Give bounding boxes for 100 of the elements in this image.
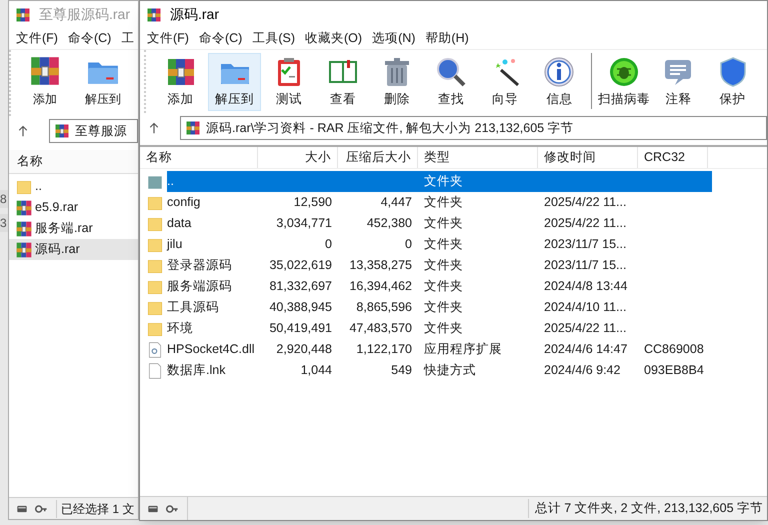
books-icon xyxy=(15,240,33,258)
text-fragment: 8 xyxy=(0,190,8,208)
window-title: 源码.rar xyxy=(170,5,219,24)
table-cell-text: 2024/4/8 13:44 xyxy=(543,278,628,296)
column-header[interactable]: CRC32 xyxy=(638,147,708,168)
file-row[interactable]: 数据库.lnk 1,044 549 快捷方式 2024/4/6 9:42 093EB8B4 xyxy=(167,360,712,381)
toolbar-button[interactable]: 删除 xyxy=(370,53,424,111)
toolbar-button[interactable]: 信息 xyxy=(532,53,586,111)
table-cell-text: 服务端源码 xyxy=(167,278,233,296)
file-row[interactable]: .. 文件夹 xyxy=(167,171,712,192)
status-text: 已经选择 1 文 xyxy=(56,500,134,518)
table-cell-text: 2025/4/22 11... xyxy=(543,215,628,232)
toolbar-button[interactable]: 解压到 xyxy=(77,54,129,116)
file-row[interactable]: 源码.rar xyxy=(9,239,138,260)
menu-item[interactable]: 收藏夹(O) xyxy=(301,29,366,48)
column-header[interactable]: 类型 xyxy=(418,147,538,168)
table-cell-text: 16,394,462 xyxy=(348,278,413,296)
toolbar-button[interactable]: 查看 xyxy=(316,53,370,111)
table-cell-text: config xyxy=(167,194,202,212)
table-cell-text: 47,483,570 xyxy=(348,320,413,338)
menu-item[interactable]: 文件(F) xyxy=(12,29,62,48)
table-cell-text: 81,332,697 xyxy=(268,278,333,296)
table-cell-text: 快捷方式 xyxy=(422,362,477,380)
menu-item[interactable]: 命令(C) xyxy=(64,29,116,48)
table-cell-text: 50,419,491 xyxy=(268,320,333,338)
status-text: 总计 7 文件夹, 2 文件, 213,132,605 字节 xyxy=(528,499,767,518)
table-cell-text: 文件夹 xyxy=(423,215,464,232)
file-row[interactable]: 工具源码 40,388,945 8,865,596 文件夹 2024/4/10 11... xyxy=(167,297,712,318)
column-header[interactable]: 大小 xyxy=(258,147,338,168)
toolbar-button[interactable]: 保护 xyxy=(706,53,760,111)
toolbar-button[interactable]: 添加 xyxy=(19,54,71,116)
table-cell-text: 0 xyxy=(324,236,333,254)
table-cell-text: 文件夹 xyxy=(423,194,464,212)
table-cell-text: 环境 xyxy=(167,320,194,338)
table-cell-text: 文件夹 xyxy=(423,278,464,296)
column-header[interactable]: 名称 xyxy=(140,147,258,168)
up-arrow-icon[interactable] xyxy=(148,121,160,135)
file-row[interactable]: 环境 50,419,491 47,483,570 文件夹 2025/4/22 11... xyxy=(167,318,712,339)
table-cell-text: 2024/4/6 14:47 xyxy=(543,341,628,358)
table-cell-text: 工具源码 xyxy=(167,299,220,316)
file-icon xyxy=(146,362,164,380)
file-row[interactable]: 服务端源码 81,332,697 16,394,462 文件夹 2024/4/8 13:44 xyxy=(167,276,712,297)
address-field[interactable]: 源码.rar\学习资料 - RAR 压缩文件, 解包大小为 213,132,605 字节 xyxy=(180,116,767,140)
books-icon xyxy=(185,120,201,136)
file-row[interactable]: e5.9.rar xyxy=(9,197,138,218)
toolbar-button[interactable]: 扫描病毒 xyxy=(596,53,651,111)
toolbar-button[interactable]: 添加 xyxy=(154,53,208,111)
table-cell-text: 2024/4/10 11... xyxy=(543,299,628,316)
table-cell-text: 4,447 xyxy=(380,194,413,212)
column-header[interactable]: 压缩后大小 xyxy=(338,147,418,168)
address-field[interactable]: 至尊服源 xyxy=(49,119,138,143)
address-text: 源码.rar\学习资料 - RAR 压缩文件, 解包大小为 213,132,605 字节 xyxy=(206,120,574,137)
table-cell-text: 12,590 xyxy=(292,194,333,212)
table-cell-text: 文件夹 xyxy=(423,236,464,254)
menu-item[interactable]: 文件(F) xyxy=(143,29,193,48)
bug-icon xyxy=(608,56,640,88)
menu-item[interactable]: 工 xyxy=(117,29,138,48)
toolbar-button[interactable]: 测试 xyxy=(262,53,316,111)
file-row[interactable]: 服务端.rar xyxy=(9,218,138,239)
table-cell-text: 2023/11/7 15... xyxy=(543,257,628,274)
column-header[interactable]: 名称 xyxy=(17,152,43,171)
table-cell-text: 093EB8B4 xyxy=(643,362,705,380)
info-icon xyxy=(543,56,576,88)
table-cell-text: 应用程序扩展 xyxy=(423,341,503,358)
menu-item[interactable]: 工具(S) xyxy=(248,29,299,48)
table-cell-text: 0 xyxy=(404,236,413,254)
menu-item[interactable]: 选项(N) xyxy=(368,29,420,48)
file-gear-icon xyxy=(146,340,164,358)
table-cell-text: 登录器源码 xyxy=(167,257,233,274)
table-cell-text: data xyxy=(167,215,192,232)
menu-item[interactable]: 命令(C) xyxy=(194,29,246,48)
file-row[interactable]: 登录器源码 35,022,619 13,358,275 文件夹 2023/11/7 15... xyxy=(167,255,712,276)
table-cell-text: 2025/4/22 11... xyxy=(543,320,628,338)
toolbar-button[interactable]: 查找 xyxy=(424,53,478,111)
up-arrow-icon[interactable] xyxy=(17,124,29,138)
toolbar-button[interactable]: 解压到 xyxy=(208,53,262,111)
table-cell-text: 文件夹 xyxy=(423,320,464,338)
toolbar-button[interactable]: 向导 xyxy=(478,53,532,111)
table-cell-text: HPSocket4C.dll xyxy=(167,341,256,358)
menu-item[interactable]: 帮助(H) xyxy=(421,29,473,48)
table-cell-text: 3,034,771 xyxy=(275,215,333,232)
table-cell-text: jilu xyxy=(167,236,184,254)
table-cell-text: 1,044 xyxy=(300,362,333,380)
file-row[interactable]: HPSocket4C.dll 2,920,448 1,122,170 应用程序扩展 2024/4/6 14:47 CC869008 xyxy=(167,339,712,360)
table-cell-text: .. xyxy=(167,173,175,190)
books-icon xyxy=(146,6,162,22)
window-title: 至尊服源码.rar xyxy=(39,5,130,24)
table-cell-text: 数据库.lnk xyxy=(167,362,226,380)
table-cell-text: 8,865,596 xyxy=(355,299,413,316)
file-row[interactable]: config 12,590 4,447 文件夹 2025/4/22 11... xyxy=(167,192,712,213)
toolbar-button[interactable]: 注释 xyxy=(652,53,705,111)
column-header[interactable]: 修改时间 xyxy=(538,147,638,168)
file-row[interactable]: data 3,034,771 452,380 文件夹 2025/4/22 11... xyxy=(167,213,712,234)
table-cell-text: 35,022,619 xyxy=(268,257,333,274)
table-cell-text: CC869008 xyxy=(643,341,705,358)
table-cell-text: 文件夹 xyxy=(423,299,464,316)
key-icon xyxy=(34,502,48,514)
table-cell-text: 13,358,275 xyxy=(348,257,413,274)
file-row[interactable]: .. xyxy=(9,176,138,197)
file-row[interactable]: jilu 0 0 文件夹 2023/11/7 15... xyxy=(167,234,712,255)
